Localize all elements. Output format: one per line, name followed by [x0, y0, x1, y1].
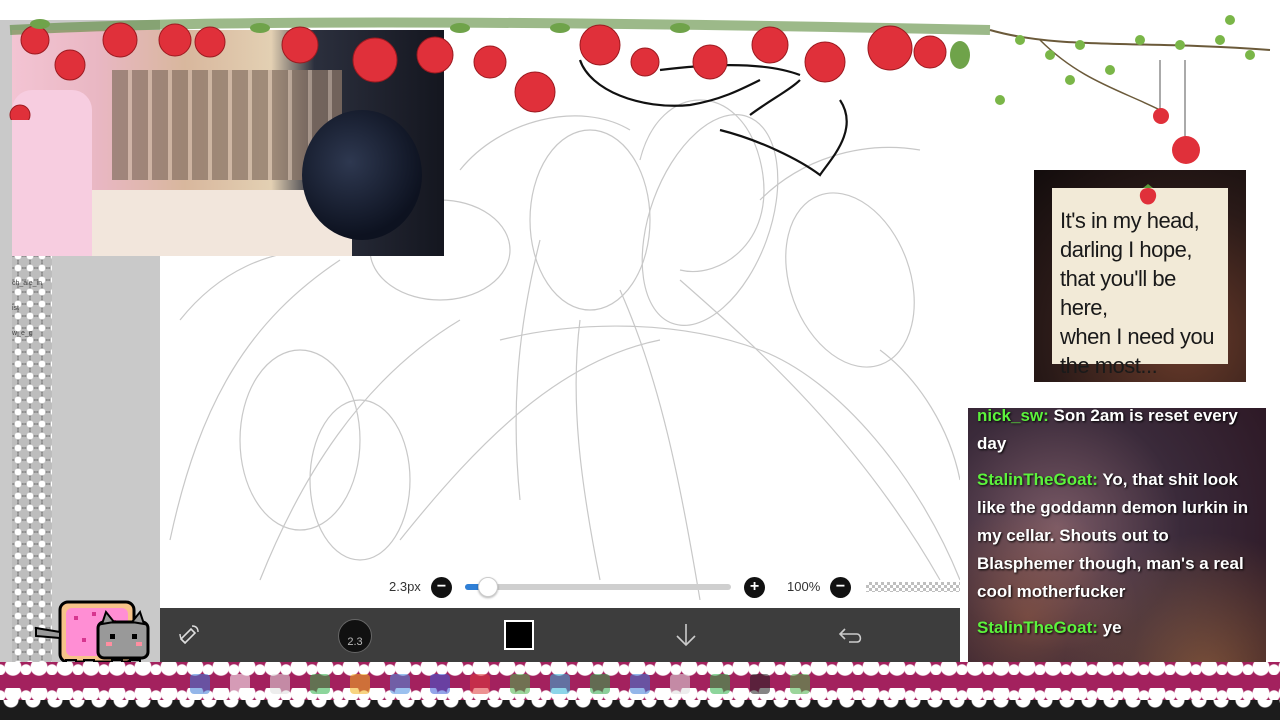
left-panel-labels: ch_ale_in ist w_e_g [12, 280, 56, 355]
app-icon[interactable] [790, 674, 810, 694]
quote-line-3: that you'll be here, [1060, 266, 1176, 320]
undo-button[interactable] [836, 620, 866, 650]
app-icon[interactable] [750, 674, 770, 694]
brush-size-slider[interactable] [465, 577, 731, 597]
layer-download-button[interactable] [671, 620, 701, 650]
task-view-icon[interactable] [270, 674, 290, 694]
chat-message-list: nick_sw: Son 2am is reset every day Stal… [977, 408, 1262, 650]
undo-icon [838, 628, 862, 643]
quote-line-1: It's in my head, [1060, 208, 1200, 233]
search-icon[interactable] [230, 674, 250, 694]
nyan-cat-sticker [35, 600, 150, 669]
taskbar-icons [190, 674, 950, 696]
quote-line-4: when I need you [1060, 324, 1214, 349]
file-explorer-icon[interactable] [350, 674, 370, 694]
chat-message: nick_sw: Son 2am is reset every day [977, 408, 1262, 458]
transform-tool-button[interactable] [174, 620, 204, 650]
color-picker-button[interactable] [504, 620, 534, 650]
chat-username: StalinTheGoat: [977, 470, 1098, 489]
brush-size-label: 2.3px [389, 579, 421, 594]
brush-size-button[interactable]: 2.3 [337, 618, 373, 654]
chat-username: StalinTheGoat: [977, 618, 1098, 637]
quote-line-5: the most... [1060, 353, 1158, 378]
webcam-microphone-pop-filter [302, 110, 422, 240]
chrome-icon[interactable] [510, 674, 530, 694]
chat-text: ye [1097, 618, 1122, 637]
chat-text: Yo, that shit look like the goddamn demo… [977, 470, 1249, 601]
quote-paper: It's in my head, darling I hope, that yo… [1052, 184, 1228, 378]
discord-icon[interactable] [430, 674, 450, 694]
vine-decoration [989, 15, 1271, 164]
app-icon[interactable] [590, 674, 610, 694]
brush-size-increase-button[interactable]: + [744, 577, 765, 598]
drawing-toolbar: 2.3 [160, 608, 960, 662]
lace-border-bottom-dark [0, 700, 1280, 720]
brush-size-badge: 2.3 [338, 619, 372, 653]
download-arrow-icon [676, 624, 696, 647]
vpn-icon[interactable] [630, 674, 650, 694]
app-icon[interactable] [710, 674, 730, 694]
brush-opacity-label: 100% [787, 579, 821, 594]
strawberry-garland-decoration [0, 0, 1000, 120]
left-label-3: w_e_g [12, 330, 33, 337]
brush-size-decrease-button[interactable]: − [431, 577, 452, 598]
quote-text: It's in my head, darling I hope, that yo… [1060, 206, 1220, 380]
brush-opacity-slider[interactable] [866, 582, 960, 592]
left-label-1: ch_ale_in [12, 280, 42, 287]
quote-line-2: darling I hope, [1060, 237, 1192, 262]
brush-opacity-decrease-button[interactable]: − [830, 577, 851, 598]
transform-icon [179, 625, 199, 645]
app-icon[interactable] [390, 674, 410, 694]
brush-size-slider-thumb[interactable] [478, 577, 498, 597]
app-icon[interactable] [670, 674, 690, 694]
left-label-2: ist [12, 305, 19, 312]
spotify-icon[interactable] [310, 674, 330, 694]
quote-card: It's in my head, darling I hope, that yo… [1034, 170, 1246, 382]
chat-message: StalinTheGoat: ye [977, 614, 1262, 642]
strawberry-icon [1139, 184, 1157, 205]
pinterest-icon[interactable] [470, 674, 490, 694]
chat-username: nick_sw: [977, 408, 1049, 425]
windows-icon[interactable] [190, 674, 210, 694]
chat-message: StalinTheGoat: Yo, that shit look like t… [977, 466, 1262, 606]
brush-settings-bar: 2.3px − + 100% − [160, 574, 960, 600]
current-color-swatch [504, 620, 534, 650]
edge-icon[interactable] [550, 674, 570, 694]
